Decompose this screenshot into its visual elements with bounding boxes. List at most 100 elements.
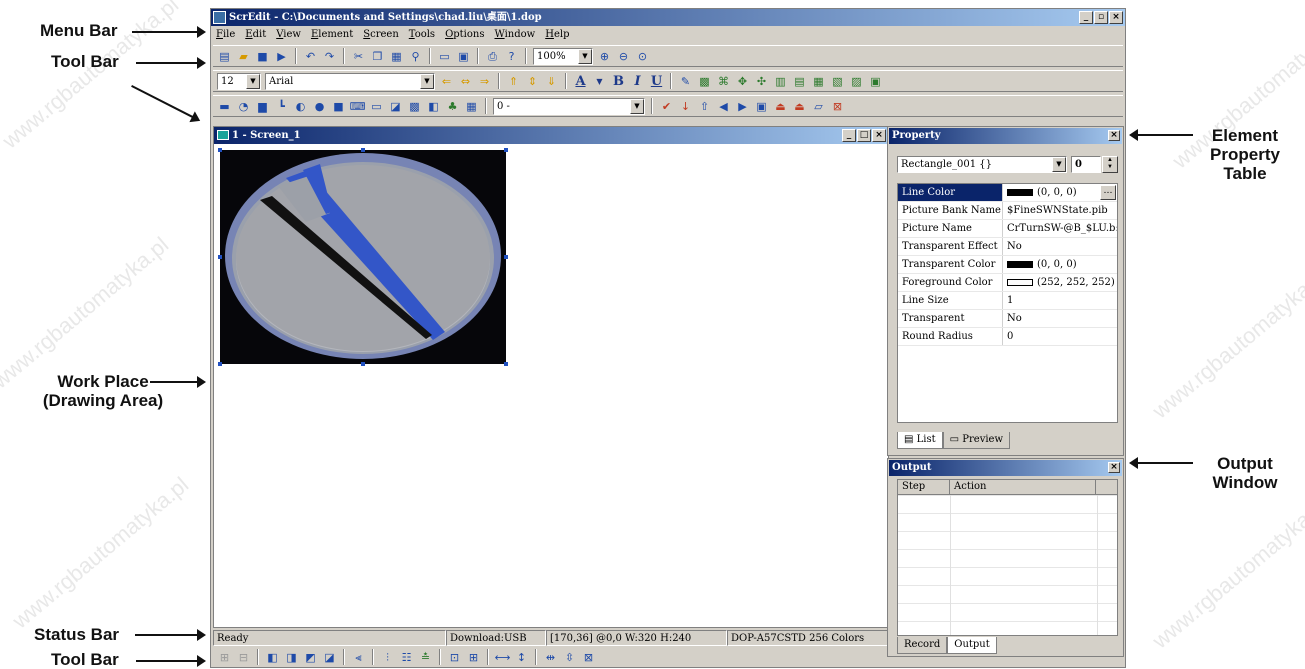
property-close-button[interactable]: × [1108,130,1120,141]
column-header-action[interactable]: Action [950,480,1096,494]
screen-properties-icon[interactable]: ▣ [456,49,471,64]
bring-forward-icon[interactable]: ◩ [303,650,318,665]
rotate-icon[interactable]: ⊠ [581,650,596,665]
button-element-icon[interactable]: ▬ [217,99,232,114]
align-middle-icon[interactable]: ⇕ [525,74,540,89]
menu-view[interactable]: View [276,27,301,43]
selection-handle[interactable] [504,148,508,152]
new-screen-icon[interactable]: ▭ [437,49,452,64]
menu-help[interactable]: Help [545,27,569,43]
pen-icon[interactable]: ✎ [678,74,693,89]
property-row[interactable]: Transparent Color (0, 0, 0) [898,256,1117,274]
redo-icon[interactable]: ↷ [322,49,337,64]
state-number-field[interactable]: 0 [1071,156,1101,173]
center-vertical-icon[interactable]: ⊞ [466,650,481,665]
property-row[interactable]: Foreground Color (252, 252, 252) [898,274,1117,292]
layer-icon[interactable]: ▣ [868,74,883,89]
lamp-element-icon[interactable]: ◐ [293,99,308,114]
property-row[interactable]: Picture Name CrTurnSW-@B_$LU.b: [898,220,1117,238]
pipe-element-icon[interactable]: ┗ [274,99,289,114]
trend-element-icon[interactable]: ◪ [388,99,403,114]
grid-icon[interactable]: ▧ [830,74,845,89]
ungroup-icon[interactable]: ⊟ [236,650,251,665]
open-folder-icon[interactable]: ▰ [236,49,251,64]
menu-screen[interactable]: Screen [363,27,399,43]
bring-front-icon[interactable]: ◧ [265,650,280,665]
next-screen-icon[interactable]: ▶ [735,99,750,114]
rectangle-element-icon[interactable]: ■ [331,99,346,114]
menu-file[interactable]: File [216,27,235,43]
save-icon[interactable]: ■ [255,49,270,64]
output-close-button[interactable]: × [1108,462,1120,473]
selection-handle[interactable] [218,148,222,152]
download-icon[interactable]: ↓ [678,99,693,114]
output-title-bar[interactable]: Output × [889,460,1122,476]
selection-handle[interactable] [218,255,222,259]
tab-output[interactable]: Output [947,637,997,654]
zoom-select[interactable]: 100% ▼ [533,47,593,65]
close-button[interactable]: × [1109,11,1123,24]
library-element-icon[interactable]: ♣ [445,99,460,114]
screen-close-button[interactable]: × [872,129,886,142]
zoom-out-icon[interactable]: ⊖ [616,49,631,64]
center-icon[interactable]: ✣ [754,74,769,89]
same-height-icon[interactable]: ▤ [792,74,807,89]
minimize-button[interactable]: _ [1079,11,1093,24]
selection-handle[interactable] [504,362,508,366]
send-back-icon[interactable]: ◨ [284,650,299,665]
selection-handle[interactable] [361,148,365,152]
picture-element-icon[interactable]: ▩ [407,99,422,114]
alarm-element-icon[interactable]: ◧ [426,99,441,114]
online-simulate-icon[interactable]: ⏏ [773,99,788,114]
same-width-icon[interactable]: ▥ [773,74,788,89]
space-across-icon[interactable]: ⫶ [380,650,395,665]
group-icon[interactable]: ⌘ [716,74,731,89]
title-bar[interactable]: ScrEdit - C:\Documents and Settings\chad… [211,9,1125,26]
flip-horizontal-icon[interactable]: ⇹ [543,650,558,665]
print-icon[interactable]: ⎙ [485,49,500,64]
selection-handle[interactable] [218,362,222,366]
meter-element-icon[interactable]: ◔ [236,99,251,114]
ungroup-icon[interactable]: ✥ [735,74,750,89]
flip-vertical-icon[interactable]: ⇳ [562,650,577,665]
ellipsis-button[interactable]: … [1100,185,1116,200]
chevron-down-icon[interactable]: ▼ [592,76,607,86]
bar-graph-element-icon[interactable]: ▆ [255,99,270,114]
align-top-icon[interactable]: ⇑ [506,74,521,89]
property-row[interactable]: Line Color (0, 0, 0)… [898,184,1117,202]
screen-minimize-button[interactable]: _ [842,129,856,142]
align-right-icon[interactable]: ⇒ [477,74,492,89]
property-row[interactable]: Picture Bank Name $FineSWNState.pib [898,202,1117,220]
underline-button[interactable]: U [649,74,664,89]
state-spinner[interactable]: ▲ ▼ [1102,156,1118,173]
same-size-icon[interactable]: ▦ [811,74,826,89]
snap-icon[interactable]: ▨ [849,74,864,89]
property-row[interactable]: Transparent No [898,310,1117,328]
property-row[interactable]: Transparent Effect No [898,238,1117,256]
space-down-icon[interactable]: ☷ [399,650,414,665]
keypad-element-icon[interactable]: ▦ [464,99,479,114]
font-size-select[interactable]: 12 ▼ [217,72,261,90]
display-element-icon[interactable]: ▭ [369,99,384,114]
make-height-icon[interactable]: ↕ [514,650,529,665]
upload-icon[interactable]: ⇧ [697,99,712,114]
property-title-bar[interactable]: Property × [889,128,1122,144]
cut-icon[interactable]: ✂ [351,49,366,64]
align-left-icon[interactable]: ⇐ [439,74,454,89]
zoom-in-icon[interactable]: ⊕ [597,49,612,64]
rectangle-element-picture[interactable] [220,150,506,364]
make-width-icon[interactable]: ⟷ [495,650,511,665]
element-select[interactable]: Rectangle_001 {} ▼ [897,156,1067,173]
picture-icon[interactable]: ▩ [697,74,712,89]
find-icon[interactable]: ⚲ [408,49,423,64]
column-header-step[interactable]: Step [898,480,950,494]
menu-element[interactable]: Element [311,27,353,43]
state-select[interactable]: 0 - ▼ [493,97,645,115]
paste-icon[interactable]: ▦ [389,49,404,64]
undo-icon[interactable]: ↶ [303,49,318,64]
italic-button[interactable]: I [630,74,645,89]
bold-button[interactable]: B [611,74,626,89]
maximize-button[interactable]: ▫ [1094,11,1108,24]
font-name-select[interactable]: Arial ▼ [265,72,435,90]
export-icon[interactable]: ▶ [274,49,289,64]
